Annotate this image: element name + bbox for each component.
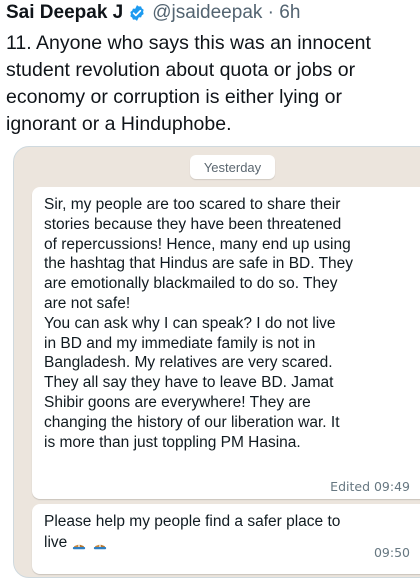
verified-badge-icon <box>128 4 146 22</box>
tweet-text-line: student revolution about quota or jobs o… <box>6 59 356 81</box>
message-line: in BD and my immediate family is not in <box>44 334 316 352</box>
tweet-text-line: 11. Anyone who says this was an innocent <box>6 32 371 54</box>
author-name[interactable]: Sai Deepak J <box>6 2 123 24</box>
message-line: changing the history of our liberation w… <box>44 413 340 431</box>
message-edited-timestamp: Edited 09:49 <box>330 479 410 494</box>
tweet-header: Sai Deepak J @jsaideepak · 6h <box>6 0 300 26</box>
message-line: Bangladesh. My relatives are very scared… <box>44 354 333 372</box>
message-line: Sir, my people are too scared to share t… <box>44 196 341 213</box>
message-line: is more than just toppling PM Hasina. <box>44 433 301 451</box>
folded-hands-icon <box>70 532 88 550</box>
tweet-text-line: economy or corruption is either lying or <box>6 86 342 108</box>
message-line: are emotionally blackmailed to do so. Th… <box>44 275 338 293</box>
tweet-text-line: ignorant or a Hinduphobe. <box>6 113 232 135</box>
message-line: They all say they have to leave BD. Jama… <box>44 374 334 392</box>
date-separator: Yesterday <box>190 155 275 179</box>
message-line: the hashtag that Hindus are safe in BD. … <box>44 255 354 273</box>
message-text: Sir, my people are too scared to share t… <box>44 195 353 452</box>
message-line: You can ask why I can speak? I do not li… <box>44 314 336 332</box>
message-line: stories because they have been threatene… <box>44 215 342 233</box>
message-line: Please help my people find a safer place… <box>44 513 341 530</box>
tweet-text: 11. Anyone who says this was an innocent… <box>6 30 420 138</box>
handle-and-timestamp[interactable]: @jsaideepak · 6h <box>152 2 300 24</box>
message-line: of repercussions! Hence, many end up usi… <box>44 235 351 253</box>
folded-hands-icon <box>91 532 109 550</box>
message-line: Shibir goons are everywhere! They are <box>44 393 311 411</box>
message-line-with-emoji: live <box>44 532 340 553</box>
message-line: live <box>44 533 68 551</box>
message-line: are not safe! <box>44 294 131 312</box>
message-text: Please help my people find a safer place… <box>44 512 340 553</box>
message-timestamp: 09:50 <box>373 545 410 560</box>
